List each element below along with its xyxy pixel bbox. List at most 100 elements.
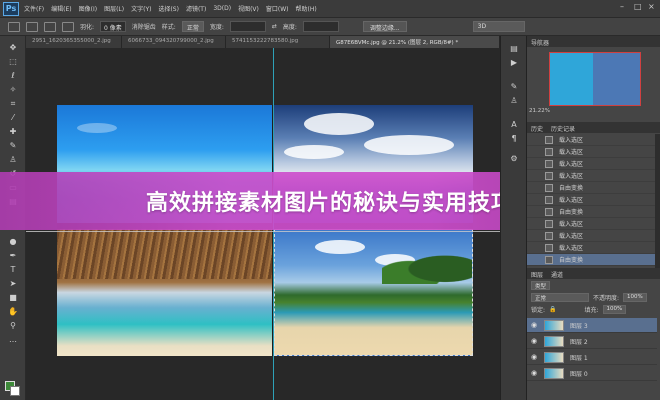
opacity-input[interactable]: 100%	[623, 293, 647, 302]
eyedropper-tool-icon[interactable]: ⁄	[7, 112, 19, 123]
history-item[interactable]: 自由变换	[527, 182, 655, 194]
marquee-preset-icon[interactable]	[8, 21, 20, 32]
history-item[interactable]: 载入选区	[527, 194, 655, 206]
hand-tool-icon[interactable]: ✋	[7, 306, 19, 317]
document-tab-active[interactable]: G87E6BVMc.jpg @ 21.2% (图层 2, RGB/8#) *	[330, 36, 500, 48]
history-state-icon	[545, 171, 553, 180]
layer-blend-row: 正常 不透明度: 100%	[531, 293, 647, 302]
navigator-zoom[interactable]: 21.22%	[529, 108, 550, 114]
menu-filter[interactable]: 滤镜(T)	[186, 4, 206, 13]
lasso-tool-icon[interactable]: ℓ	[7, 70, 19, 81]
menu-select[interactable]: 选择(S)	[158, 4, 179, 13]
menu-file[interactable]: 文件(F)	[24, 4, 44, 13]
more-tools-icon[interactable]: …	[7, 334, 19, 345]
maximize-icon[interactable]: □	[634, 3, 642, 11]
move-tool-icon[interactable]: ✥	[7, 42, 19, 53]
new-selection-icon[interactable]	[26, 21, 38, 32]
history-state-icon	[545, 147, 553, 156]
workspace-select[interactable]: 3D	[472, 21, 525, 32]
document-tab[interactable]: 5741153222783580.jpg	[226, 36, 330, 48]
path-selection-tool-icon[interactable]: ➤	[7, 278, 19, 289]
tab-layers[interactable]: 图层	[531, 270, 543, 279]
history-panel-icon[interactable]: ▤	[509, 44, 519, 54]
background-color-swatch[interactable]	[10, 386, 20, 396]
subtract-selection-icon[interactable]	[62, 21, 74, 32]
magic-wand-tool-icon[interactable]: ✧	[7, 84, 19, 95]
layer-row[interactable]: ◉ 图层 1	[527, 350, 657, 365]
history-item[interactable]: 自由变换	[527, 206, 655, 218]
brush-panel-icon[interactable]: ✎	[509, 82, 519, 92]
lock-icon[interactable]: 🔒	[549, 306, 556, 313]
history-item-active[interactable]: 自由变换	[527, 254, 655, 266]
feather-input[interactable]: 0 像素	[100, 21, 126, 32]
history-item[interactable]: 载入选区	[527, 218, 655, 230]
history-state-icon	[545, 219, 553, 228]
menu-edit[interactable]: 编辑(E)	[51, 4, 71, 13]
layer-row-active[interactable]: ◉ 图层 3	[527, 318, 657, 333]
history-item[interactable]: 载入选区	[527, 242, 655, 254]
history-item[interactable]: 载入选区	[527, 146, 655, 158]
blend-mode-select[interactable]: 正常	[531, 293, 589, 302]
tab-channels[interactable]: 通道	[551, 270, 563, 279]
layer-row[interactable]: ◉ 图层 0	[527, 366, 657, 381]
clone-stamp-tool-icon[interactable]: ♙	[7, 154, 19, 165]
healing-brush-tool-icon[interactable]: ✚	[7, 126, 19, 137]
menu-layer[interactable]: 图层(L)	[104, 4, 124, 13]
tool-presets-panel-icon[interactable]: ⚙	[509, 154, 519, 164]
dodge-tool-icon[interactable]: ●	[7, 236, 19, 247]
history-state-icon	[545, 231, 553, 240]
history-state-icon	[545, 207, 553, 216]
horizontal-guide[interactable]	[26, 231, 500, 232]
paragraph-panel-icon[interactable]: ¶	[509, 134, 519, 144]
brush-tool-icon[interactable]: ✎	[7, 140, 19, 151]
actions-panel-icon[interactable]: ▶	[509, 58, 519, 68]
height-input[interactable]	[302, 21, 339, 32]
navigator-tab[interactable]: 导航器	[531, 38, 549, 47]
character-panel-icon[interactable]: A	[509, 120, 519, 130]
history-item[interactable]: 载入选区	[527, 230, 655, 242]
menu-help[interactable]: 帮助(H)	[296, 4, 317, 13]
add-selection-icon[interactable]	[44, 21, 56, 32]
image-tropical-beach-palms	[274, 229, 473, 356]
document-tab[interactable]: 6066733_094320799000_2.jpg	[122, 36, 226, 48]
swap-icon[interactable]: ⇄	[272, 23, 277, 30]
navigator-thumbnail[interactable]	[549, 52, 641, 106]
width-input[interactable]	[229, 21, 266, 32]
layer-lock-row: 锁定: 🔒 填充: 100%	[531, 305, 627, 314]
shape-tool-icon[interactable]: ■	[7, 292, 19, 303]
menu-type[interactable]: 文字(Y)	[131, 4, 151, 13]
type-tool-icon[interactable]: T	[7, 264, 19, 275]
pen-tool-icon[interactable]: ✒	[7, 250, 19, 261]
antialias-checkbox[interactable]: 消除锯齿	[132, 22, 156, 31]
eye-icon[interactable]: ◉	[531, 337, 539, 345]
history-item-label: 载入选区	[559, 245, 584, 252]
menu-bar: Ps 文件(F) 编辑(E) 图像(I) 图层(L) 文字(Y) 选择(S) 滤…	[0, 0, 660, 18]
eye-icon[interactable]: ◉	[531, 369, 539, 377]
menu-view[interactable]: 视图(V)	[238, 4, 259, 13]
marquee-tool-icon[interactable]: ⬚	[7, 56, 19, 67]
close-icon[interactable]: ×	[648, 3, 656, 11]
fill-input[interactable]: 100%	[602, 305, 627, 314]
menu-image[interactable]: 图像(I)	[79, 4, 97, 13]
document-tab[interactable]: 2951_1620365355000_2.jpg	[26, 36, 122, 48]
history-item[interactable]: 载入选区	[527, 170, 655, 182]
style-select[interactable]: 正常	[181, 21, 204, 32]
refine-edge-button[interactable]: 调整边缘...	[362, 21, 407, 32]
history-item[interactable]: 载入选区	[527, 134, 655, 146]
tab-history-log[interactable]: 历史记录	[551, 124, 575, 133]
zoom-tool-icon[interactable]: ⚲	[7, 320, 19, 331]
banner-title: 高效拼接素材图片的秘诀与实用技巧	[145, 191, 514, 216]
eye-icon[interactable]: ◉	[531, 353, 539, 361]
minimize-icon[interactable]: –	[620, 3, 628, 11]
layer-row[interactable]: ◉ 图层 2	[527, 334, 657, 349]
tab-history[interactable]: 历史	[531, 124, 543, 133]
layer-filter-select[interactable]: 类型	[531, 281, 551, 290]
menu-3d[interactable]: 3D(D)	[213, 5, 231, 12]
crop-tool-icon[interactable]: ⌗	[7, 98, 19, 109]
menu-window[interactable]: 窗口(W)	[266, 4, 289, 13]
history-item[interactable]: 载入选区	[527, 158, 655, 170]
history-scrollbar[interactable]	[655, 134, 660, 268]
layer-thumbnail	[544, 335, 564, 347]
clone-source-panel-icon[interactable]: ♙	[509, 96, 519, 106]
eye-icon[interactable]: ◉	[531, 321, 539, 329]
